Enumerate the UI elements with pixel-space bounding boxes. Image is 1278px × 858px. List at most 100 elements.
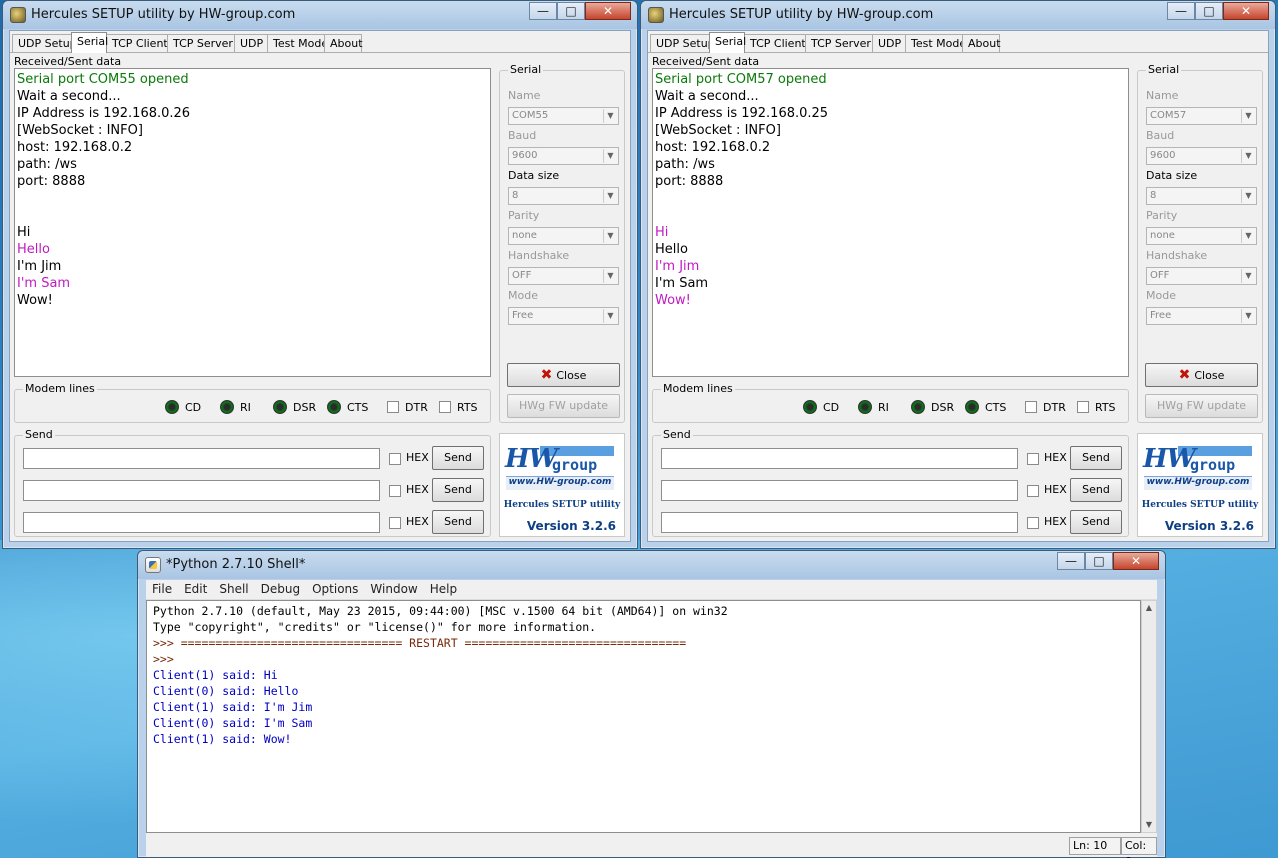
- scroll-up-icon[interactable]: ▲: [1142, 601, 1156, 615]
- tab-tcp-client[interactable]: TCP Client: [106, 34, 168, 53]
- tab-tcp-client[interactable]: TCP Client: [744, 34, 806, 53]
- mode-select[interactable]: Free ▼: [1146, 307, 1257, 325]
- hex-checkbox-1[interactable]: [389, 453, 401, 465]
- send-input-2[interactable]: [23, 480, 380, 501]
- tab-test-mode[interactable]: Test Mode: [905, 34, 966, 53]
- send-input-1[interactable]: [23, 448, 380, 469]
- tab-about[interactable]: About: [962, 34, 1001, 53]
- scroll-down-icon[interactable]: ▼: [1142, 818, 1156, 832]
- send-input-3[interactable]: [661, 512, 1018, 533]
- tab-tcp-server[interactable]: TCP Server: [167, 34, 235, 53]
- hwg-fw-update-button[interactable]: HWg FW update: [507, 394, 620, 418]
- baud-select[interactable]: 9600 ▼: [1146, 147, 1257, 165]
- tab-udp-setup[interactable]: UDP Setup: [650, 34, 715, 53]
- parity-select[interactable]: none ▼: [508, 227, 619, 245]
- hex-checkbox-2[interactable]: [1027, 485, 1039, 497]
- python-title-bar[interactable]: *Python 2.7.10 Shell* — □ ✕: [138, 551, 1165, 579]
- hercules-title-bar[interactable]: Hercules SETUP utility by HW-group.com —…: [641, 1, 1275, 29]
- dtr-checkbox[interactable]: [387, 401, 399, 413]
- datasize-label: Data size: [1146, 169, 1198, 182]
- parity-select[interactable]: none ▼: [1146, 227, 1257, 245]
- received-data-box[interactable]: Serial port COM57 opened Wait a second...…: [652, 68, 1129, 377]
- maximize-icon[interactable]: □: [1085, 552, 1113, 570]
- received-line: I'm Sam: [655, 276, 709, 291]
- tab-strip: UDP Setup Serial TCP Client TCP Server UDP Te…: [650, 32, 1001, 53]
- python-shell-output[interactable]: Python 2.7.10 (default, May 23 2015, 09:…: [146, 600, 1141, 833]
- datasize-select[interactable]: 8 ▼: [1146, 187, 1257, 205]
- close-icon[interactable]: ✕: [1113, 552, 1159, 570]
- dtr-checkbox[interactable]: [1025, 401, 1037, 413]
- rts-checkbox[interactable]: [439, 401, 451, 413]
- handshake-select[interactable]: OFF ▼: [508, 267, 619, 285]
- hex-checkbox-1[interactable]: [1027, 453, 1039, 465]
- mode-select[interactable]: Free ▼: [508, 307, 619, 325]
- tab-serial[interactable]: Serial: [709, 32, 746, 53]
- led-ri-icon: [858, 400, 872, 414]
- python-shell-window: *Python 2.7.10 Shell* — □ ✕ File Edit Shel…: [137, 550, 1166, 858]
- menu-debug[interactable]: Debug: [255, 580, 306, 599]
- close-icon[interactable]: ✕: [585, 2, 631, 20]
- cts-label: CTS: [347, 401, 369, 414]
- cd-label: CD: [185, 401, 202, 414]
- hex-label: HEX: [1044, 515, 1067, 528]
- received-data-box[interactable]: Serial port COM55 opened Wait a second...…: [14, 68, 491, 377]
- hercules-title-bar[interactable]: Hercules SETUP utility by HW-group.com —…: [3, 1, 637, 29]
- menu-help[interactable]: Help: [424, 580, 463, 599]
- hex-checkbox-2[interactable]: [389, 485, 401, 497]
- handshake-select[interactable]: OFF ▼: [1146, 267, 1257, 285]
- close-icon[interactable]: ✕: [1223, 2, 1269, 20]
- chevron-down-icon: ▼: [603, 229, 617, 243]
- baud-select[interactable]: 9600 ▼: [508, 147, 619, 165]
- tab-about[interactable]: About: [324, 34, 363, 53]
- send-button-3[interactable]: Send: [432, 510, 484, 534]
- send-button-3[interactable]: Send: [1070, 510, 1122, 534]
- tab-udp[interactable]: UDP: [234, 34, 268, 53]
- serial-group: Serial Name COM55 ▼ Baud 9600 ▼ Data size 8 ▼…: [499, 63, 625, 423]
- menu-window[interactable]: Window: [364, 580, 423, 599]
- serial-group-title: Serial: [508, 63, 544, 76]
- minimize-icon[interactable]: —: [1057, 552, 1085, 570]
- rts-label: RTS: [1095, 401, 1116, 414]
- minimize-icon[interactable]: —: [529, 2, 557, 20]
- maximize-icon[interactable]: □: [1195, 2, 1223, 20]
- dsr-label: DSR: [931, 401, 955, 414]
- python-idle-icon: [145, 557, 161, 573]
- name-select[interactable]: COM55 ▼: [508, 107, 619, 125]
- received-line: path: /ws: [17, 157, 77, 172]
- hwg-fw-update-button[interactable]: HWg FW update: [1145, 394, 1258, 418]
- tab-test-mode[interactable]: Test Mode: [267, 34, 328, 53]
- python-menubar: File Edit Shell Debug Options Window Help: [146, 580, 1157, 600]
- send-input-2[interactable]: [661, 480, 1018, 501]
- tab-strip: UDP Setup Serial TCP Client TCP Server UDP Te…: [12, 32, 363, 53]
- hex-checkbox-3[interactable]: [1027, 517, 1039, 529]
- tab-serial[interactable]: Serial: [71, 32, 108, 53]
- name-select[interactable]: COM57 ▼: [1146, 107, 1257, 125]
- send-input-3[interactable]: [23, 512, 380, 533]
- close-port-button[interactable]: ✖ Close: [1145, 363, 1258, 387]
- close-port-button[interactable]: ✖ Close: [507, 363, 620, 387]
- hercules-app-icon: [648, 7, 664, 23]
- shell-vertical-scrollbar[interactable]: ▲ ▼: [1141, 600, 1157, 833]
- maximize-icon[interactable]: □: [557, 2, 585, 20]
- tab-udp-setup[interactable]: UDP Setup: [12, 34, 77, 53]
- datasize-select[interactable]: 8 ▼: [508, 187, 619, 205]
- menu-shell[interactable]: Shell: [213, 580, 254, 599]
- send-button-1[interactable]: Send: [1070, 446, 1122, 470]
- send-button-2[interactable]: Send: [432, 478, 484, 502]
- modem-lines-group: Modem lines CD RI DSR CTS DTR RTS: [14, 382, 491, 423]
- menu-edit[interactable]: Edit: [178, 580, 213, 599]
- led-cd-icon: [803, 400, 817, 414]
- rts-checkbox[interactable]: [1077, 401, 1089, 413]
- send-button-2[interactable]: Send: [1070, 478, 1122, 502]
- logo-version: Version 3.2.6: [1164, 519, 1254, 533]
- tab-udp[interactable]: UDP: [872, 34, 906, 53]
- menu-file[interactable]: File: [146, 580, 178, 599]
- hex-checkbox-3[interactable]: [389, 517, 401, 529]
- led-cts-icon: [965, 400, 979, 414]
- send-button-1[interactable]: Send: [432, 446, 484, 470]
- tab-tcp-server[interactable]: TCP Server: [805, 34, 873, 53]
- minimize-icon[interactable]: —: [1167, 2, 1195, 20]
- send-input-1[interactable]: [661, 448, 1018, 469]
- logo-group-text: group: [552, 456, 598, 474]
- menu-options[interactable]: Options: [306, 580, 364, 599]
